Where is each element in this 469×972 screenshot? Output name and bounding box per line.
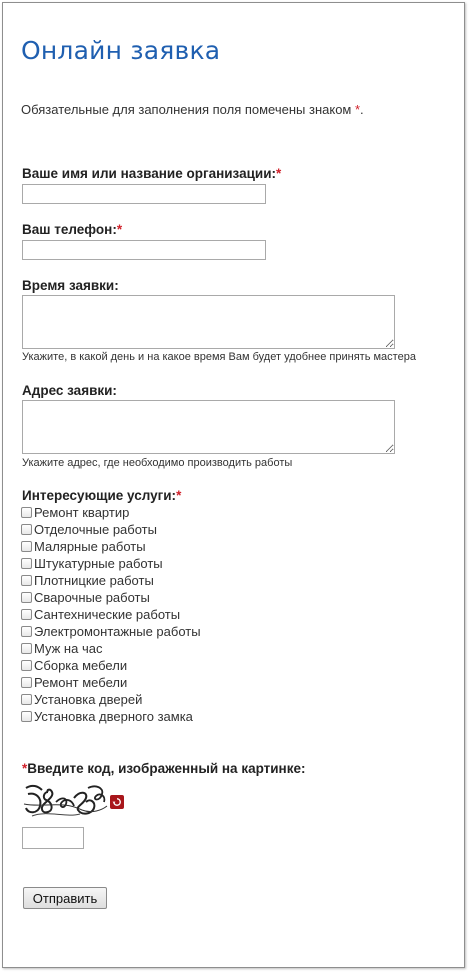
checkbox[interactable] <box>21 626 32 637</box>
page-title: Онлайн заявка <box>21 36 221 65</box>
service-label: Сантехнические работы <box>34 607 181 622</box>
services-checklist: Ремонт квартир Отделочные работы Малярны… <box>21 504 201 725</box>
captcha-label-text: Введите код, изображенный на картинке: <box>27 761 306 776</box>
captcha-input[interactable] <box>22 827 84 849</box>
address-textarea[interactable] <box>22 400 395 454</box>
captcha-label: *Введите код, изображенный на картинке: <box>22 761 305 776</box>
service-option[interactable]: Отделочные работы <box>21 521 201 538</box>
service-option[interactable]: Установка дверей <box>21 691 201 708</box>
service-option[interactable]: Малярные работы <box>21 538 201 555</box>
required-note-text: Обязательные для заполнения поля помечен… <box>21 102 355 117</box>
phone-label-text: Ваш телефон: <box>22 222 117 237</box>
service-option[interactable]: Электромонтажные работы <box>21 623 201 640</box>
checkbox[interactable] <box>21 541 32 552</box>
checkbox[interactable] <box>21 660 32 671</box>
checkbox[interactable] <box>21 558 32 569</box>
service-label: Муж на час <box>34 641 103 656</box>
services-label: Интересующие услуги:* <box>22 488 181 503</box>
service-option[interactable]: Штукатурные работы <box>21 555 201 572</box>
service-option[interactable]: Плотницкие работы <box>21 572 201 589</box>
phone-label: Ваш телефон:* <box>22 222 122 237</box>
time-textarea[interactable] <box>22 295 395 349</box>
checkbox[interactable] <box>21 677 32 688</box>
checkbox[interactable] <box>21 711 32 722</box>
service-option[interactable]: Ремонт квартир <box>21 504 201 521</box>
service-label: Сварочные работы <box>34 590 150 605</box>
checkbox[interactable] <box>21 575 32 586</box>
service-option[interactable]: Ремонт мебели <box>21 674 201 691</box>
required-note: Обязательные для заполнения поля помечен… <box>21 102 364 117</box>
checkbox[interactable] <box>21 694 32 705</box>
service-label: Электромонтажные работы <box>34 624 201 639</box>
checkbox[interactable] <box>21 592 32 603</box>
service-option[interactable]: Сварочные работы <box>21 589 201 606</box>
submit-button[interactable]: Отправить <box>23 887 107 909</box>
address-hint: Укажите адрес, где необходимо производит… <box>22 457 293 469</box>
required-asterisk: * <box>276 166 282 181</box>
service-label: Ремонт квартир <box>34 505 130 520</box>
service-option[interactable]: Муж на час <box>21 640 201 657</box>
service-label: Сборка мебели <box>34 658 128 673</box>
name-input[interactable] <box>22 184 266 204</box>
checkbox[interactable] <box>21 643 32 654</box>
checkbox[interactable] <box>21 609 32 620</box>
required-asterisk: * <box>176 488 182 503</box>
service-label: Малярные работы <box>34 539 146 554</box>
address-label: Адрес заявки: <box>22 383 117 398</box>
service-label: Установка дверей <box>34 692 143 707</box>
services-label-text: Интересующие услуги: <box>22 488 177 503</box>
form-frame <box>2 2 465 968</box>
service-option[interactable]: Установка дверного замка <box>21 708 201 725</box>
checkbox[interactable] <box>21 507 32 518</box>
name-label: Ваше имя или название организации:* <box>22 166 281 181</box>
checkbox[interactable] <box>21 524 32 535</box>
captcha-image <box>23 784 108 817</box>
service-label: Плотницкие работы <box>34 573 154 588</box>
time-hint: Укажите, в какой день и на какое время В… <box>22 351 416 363</box>
required-note-end: . <box>360 102 364 117</box>
refresh-icon[interactable] <box>110 795 124 809</box>
service-option[interactable]: Сборка мебели <box>21 657 201 674</box>
service-label: Отделочные работы <box>34 522 157 537</box>
name-label-text: Ваше имя или название организации: <box>22 166 276 181</box>
service-label: Установка дверного замка <box>34 709 193 724</box>
time-label: Время заявки: <box>22 278 119 293</box>
service-label: Ремонт мебели <box>34 675 128 690</box>
required-asterisk: * <box>116 222 123 237</box>
service-label: Штукатурные работы <box>34 556 163 571</box>
service-option[interactable]: Сантехнические работы <box>21 606 201 623</box>
refresh-icon-glyph <box>112 798 121 806</box>
phone-input[interactable] <box>22 240 266 260</box>
